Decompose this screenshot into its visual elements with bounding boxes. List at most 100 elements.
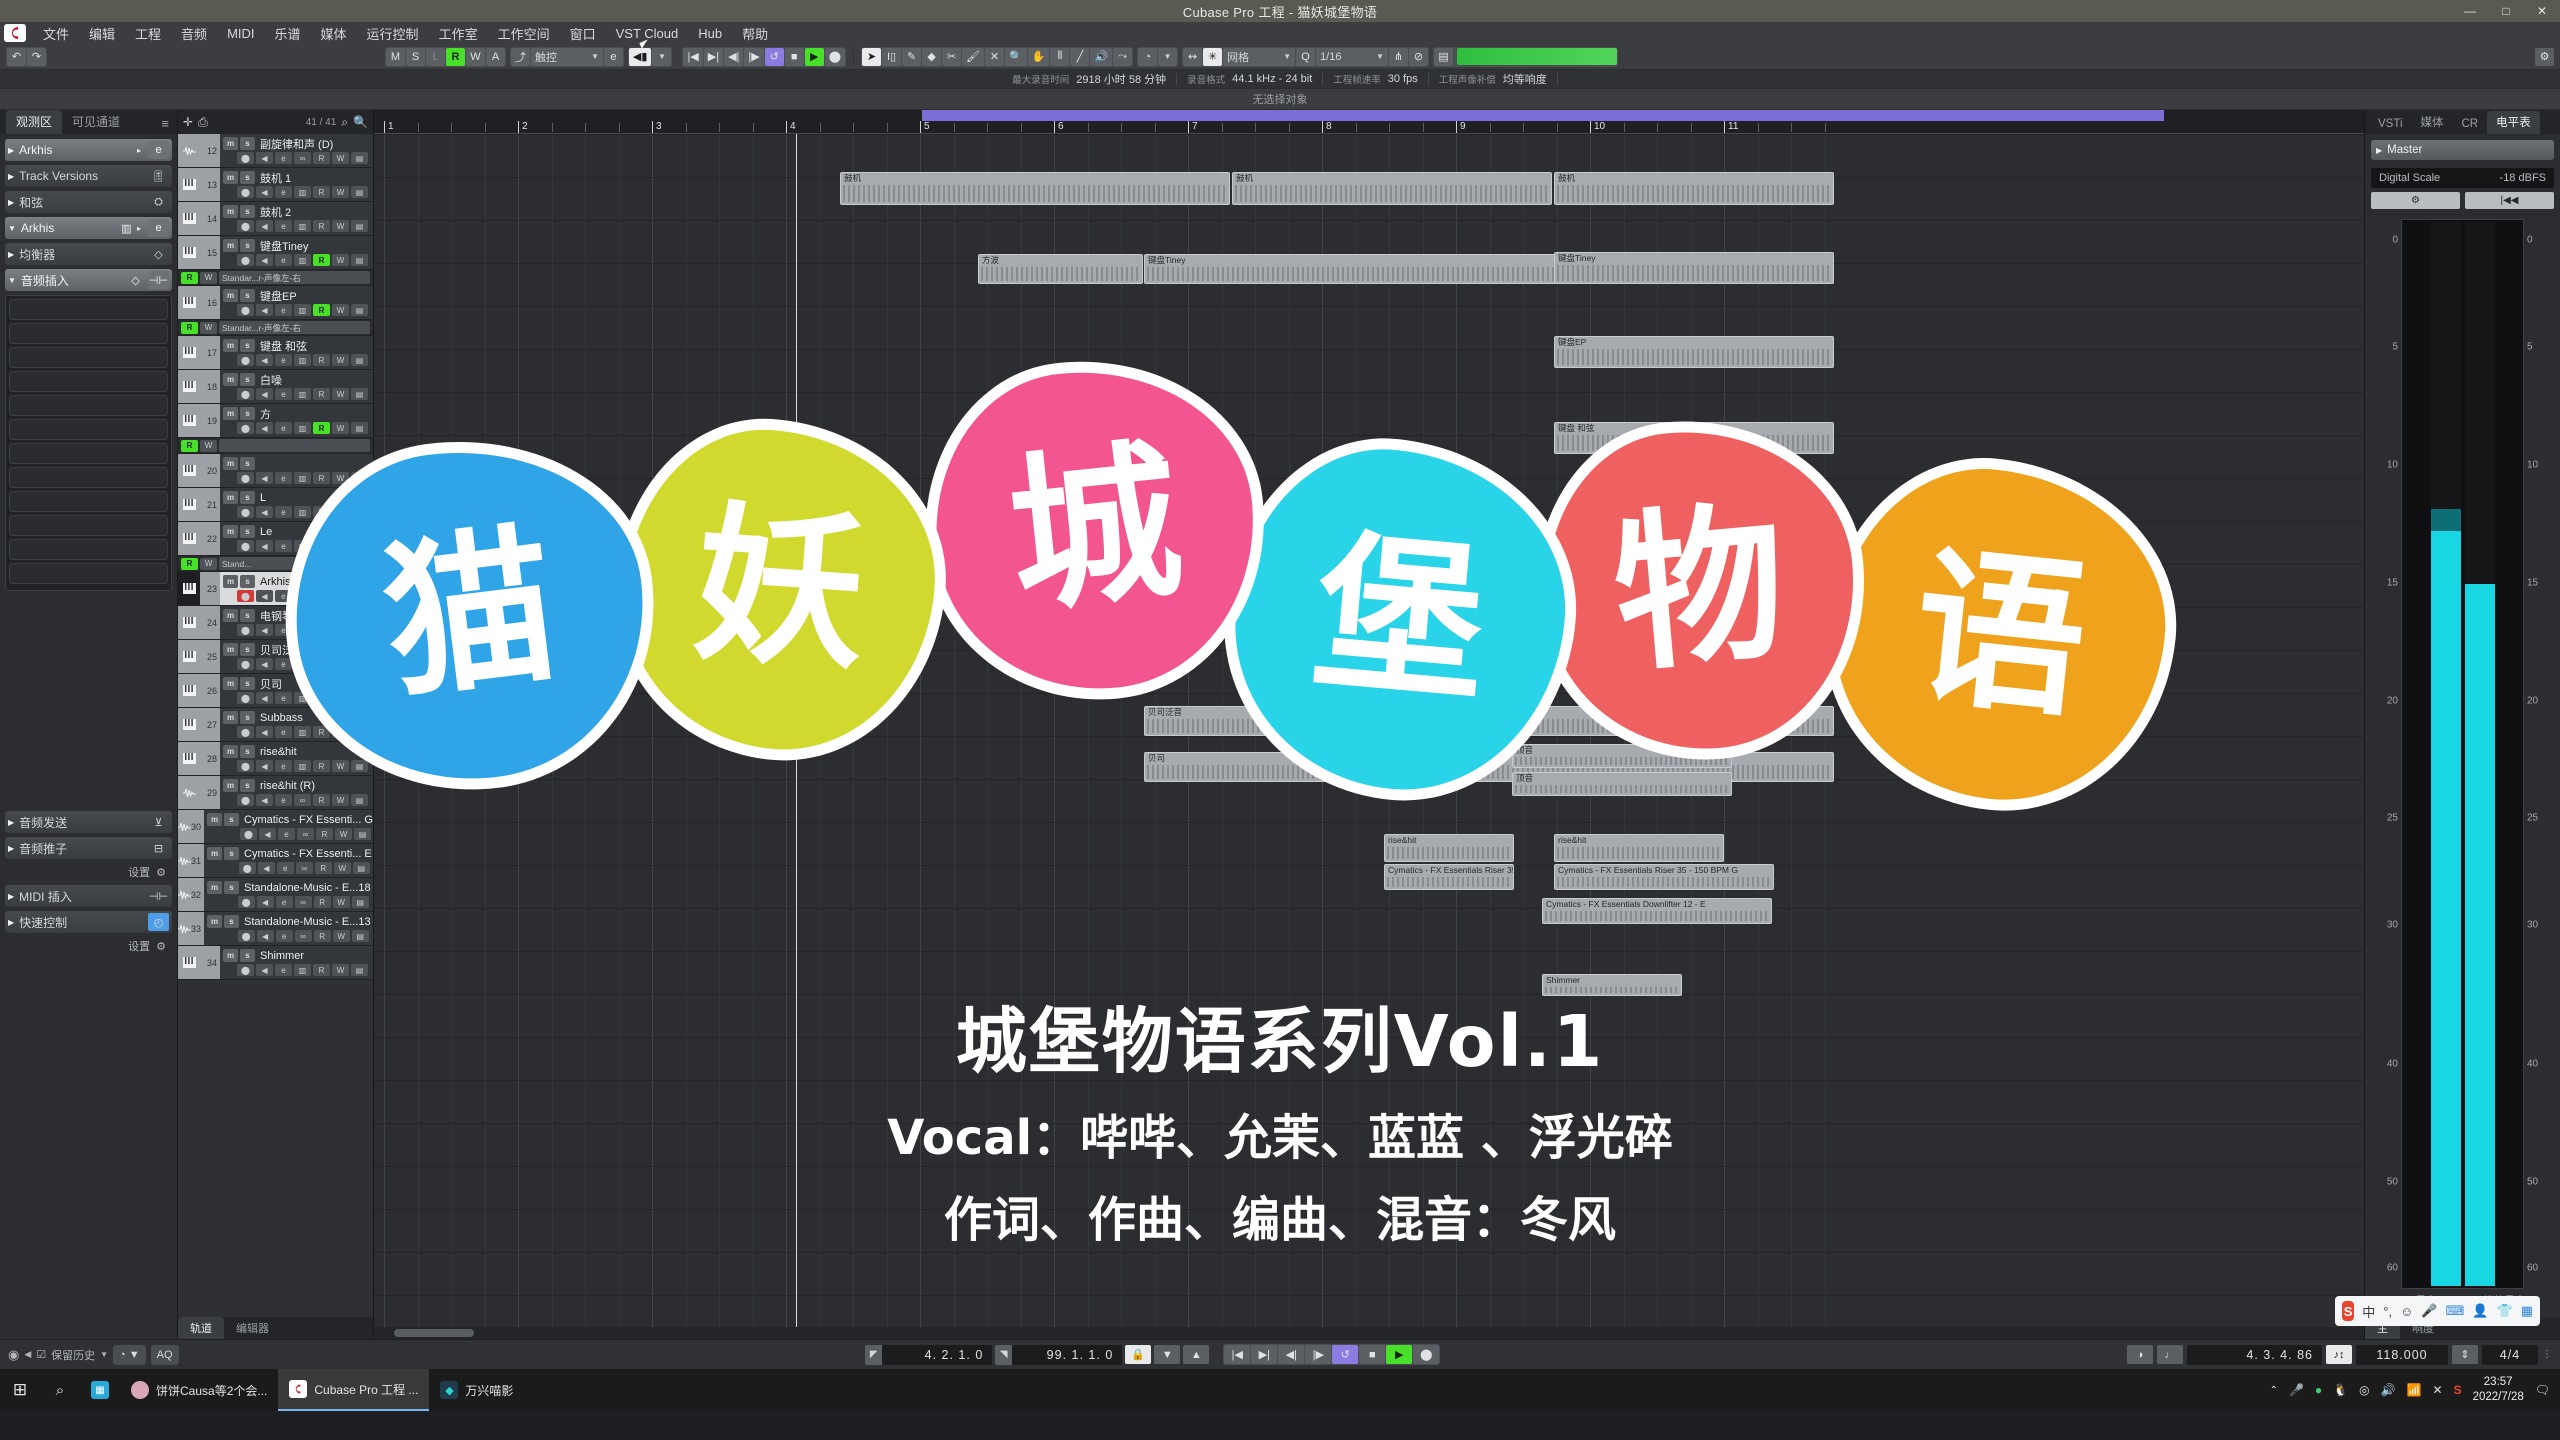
lane-read-button[interactable]: R [181, 439, 198, 452]
track-edit-button[interactable]: e [276, 862, 294, 874]
write-automation-button[interactable]: W [466, 47, 485, 66]
track-write-automation-button[interactable]: W [332, 220, 349, 232]
track-mute-button[interactable]: m [223, 949, 238, 962]
cycle-button[interactable]: ↺ [1332, 1345, 1359, 1364]
lock-icon[interactable]: 🔒 [1125, 1345, 1152, 1364]
split-tool[interactable]: ✂ [942, 47, 962, 66]
audio-clip[interactable]: 鼓机 [840, 172, 1230, 205]
track-edit-button[interactable]: e [277, 828, 295, 840]
track-read-automation-button[interactable]: R [313, 964, 330, 976]
track-record-enable-button[interactable]: ⬤ [239, 828, 257, 840]
table-row[interactable]: 26 m s 贝司 ⬤ ◀ e ▥ R W ▤ [178, 674, 373, 708]
track-edit-button[interactable]: e [275, 220, 292, 232]
timeline-ruler[interactable]: 1 2 3 4 5 6 7 8 9 10 11 [374, 110, 2364, 134]
insert-slot[interactable] [9, 299, 168, 320]
track-record-enable-button[interactable]: ⬤ [237, 506, 254, 518]
track-instrument-button[interactable]: ▥ [294, 506, 311, 518]
track-record-enable-button[interactable]: ⬤ [238, 862, 256, 874]
track-solo-button[interactable]: s [240, 779, 255, 792]
track-edit-button[interactable]: e [275, 726, 292, 738]
track-solo-button[interactable]: s [224, 847, 240, 860]
lane-read-button[interactable]: R [181, 557, 198, 570]
table-row[interactable]: 25 m s 贝司泛音 ⬤ ◀ e ▥ R W ▤ [178, 640, 373, 674]
audio-clip[interactable]: 键盘 和弦 [1554, 422, 1834, 454]
inspector-section-arkhis-top[interactable]: ▶ Arkhis ▸ e [5, 139, 172, 161]
inspector-section-arkhis-channel[interactable]: ▼ Arkhis ▥ ▸ e [5, 217, 172, 239]
lane-read-button[interactable]: R [181, 271, 198, 284]
tempo-stepper-icon[interactable]: ⇕ [2452, 1345, 2478, 1364]
close-button[interactable]: ✕ [2524, 0, 2560, 22]
meter-settings-button[interactable]: ⚙ [2371, 192, 2460, 209]
table-row[interactable]: 32 m s Standalone-Music - E...18 ⬤ ◀ e ∞ R W ▤ [178, 878, 373, 912]
power-icon[interactable]: ◉ [8, 1347, 19, 1363]
track-solo-button[interactable]: s [240, 373, 255, 386]
mute-tool[interactable]: ✕ [985, 47, 1005, 66]
audio-clip[interactable]: 顶音 [1512, 772, 1732, 796]
audio-clip[interactable]: 方波 [978, 254, 1143, 284]
track-instrument-button[interactable]: ▥ [294, 388, 311, 400]
track-write-automation-button[interactable]: W [332, 254, 349, 266]
network-icon[interactable]: 📶 [2407, 1383, 2422, 1397]
insert-slot[interactable] [9, 467, 168, 488]
table-row[interactable]: 33 m s Standalone-Music - E...13 ⬤ ◀ e ∞ R W ▤ [178, 912, 373, 946]
lane-write-button[interactable]: W [200, 321, 217, 334]
rewind-button[interactable]: ◀| [1278, 1345, 1305, 1364]
audio-clip[interactable]: Shimmer [1542, 974, 1682, 996]
tab-inspector[interactable]: 观测区 [6, 110, 63, 134]
insert-slot[interactable] [9, 491, 168, 512]
menu-item-midi[interactable]: MIDI [218, 24, 263, 43]
track-write-automation-button[interactable]: W [333, 862, 351, 874]
track-mute-button[interactable]: m [223, 171, 238, 184]
edit-automation-button[interactable]: e [603, 47, 623, 66]
track-mute-button[interactable]: m [223, 457, 238, 470]
track-read-automation-button[interactable]: R [313, 624, 330, 636]
ime-account-icon[interactable]: 👤 [2472, 1303, 2488, 1319]
track-lanes-button[interactable]: ▤ [351, 930, 369, 942]
track-solo-button[interactable]: s [240, 171, 255, 184]
inspector-section-quick-controls[interactable]: ▶ 快速控制 ◴ [5, 911, 172, 933]
track-instrument-button[interactable]: ▥ [294, 590, 311, 602]
track-solo-button[interactable]: s [240, 711, 255, 724]
table-row[interactable]: 14 m s 鼓机 2 ⬤ ◀ e ▥ R W ▤ [178, 202, 373, 236]
track-mute-button[interactable]: m [223, 491, 238, 504]
inspector-section-chords[interactable]: ▶ 和弦 ⛭ [5, 191, 172, 213]
track-record-enable-button[interactable]: ⬤ [237, 254, 254, 266]
track-lanes-button[interactable]: ▤ [351, 304, 368, 316]
track-monitor-button[interactable]: ◀ [256, 472, 273, 484]
track-solo-button[interactable]: s [240, 525, 255, 538]
track-write-automation-button[interactable]: W [332, 304, 349, 316]
color-tool[interactable]: ⤳ [1113, 47, 1133, 66]
track-record-enable-button[interactable]: ⬤ [237, 388, 254, 400]
insert-slot[interactable] [9, 395, 168, 416]
track-preset-name[interactable]: Stand... [219, 557, 370, 570]
bypass-icon[interactable]: ◇ [125, 271, 146, 289]
tempo-track-icon[interactable]: ♪↕ [2326, 1345, 2352, 1364]
track-mute-button[interactable]: m [223, 525, 238, 538]
track-monitor-button[interactable]: ◀ [256, 354, 273, 366]
find-track-icon[interactable]: ⌕ [341, 115, 348, 130]
track-lanes-button[interactable]: ▤ [351, 964, 368, 976]
track-edit-button[interactable]: e [275, 794, 292, 806]
track-edit-button[interactable]: e [275, 896, 293, 908]
track-instrument-button[interactable]: ▥ [294, 658, 311, 670]
track-monitor-button[interactable]: ◀ [256, 186, 273, 198]
track-instrument-button[interactable]: ▥ [294, 540, 311, 552]
track-solo-button[interactable]: s [240, 643, 255, 656]
tab-tracks[interactable]: 轨道 [178, 1317, 224, 1339]
quantize-icon[interactable]: Q [1296, 47, 1316, 66]
track-mute-button[interactable]: m [223, 205, 238, 218]
snap-toggle-button[interactable]: ✳ [1203, 47, 1223, 66]
track-lanes-button[interactable]: ▤ [351, 472, 368, 484]
color-picker-button[interactable]: ◔ ▼ [113, 1344, 146, 1365]
track-record-enable-button[interactable]: ⬤ [237, 186, 254, 198]
automation-mode-dropdown[interactable]: 触控 ▼ [531, 47, 603, 66]
track-edit-button[interactable]: e [275, 304, 292, 316]
eq-icon[interactable]: ◇ [148, 245, 169, 263]
time-signature-value[interactable]: 4/4 [2482, 1344, 2538, 1365]
solo-all-button[interactable]: S [406, 47, 425, 66]
rewind-button[interactable]: ◀| [724, 47, 744, 66]
menu-item-window[interactable]: 窗口 [561, 22, 605, 45]
track-mute-button[interactable]: m [223, 339, 238, 352]
track-name[interactable]: Cymatics - FX Essenti... E [244, 848, 372, 860]
menu-item-hub[interactable]: Hub [689, 24, 731, 43]
